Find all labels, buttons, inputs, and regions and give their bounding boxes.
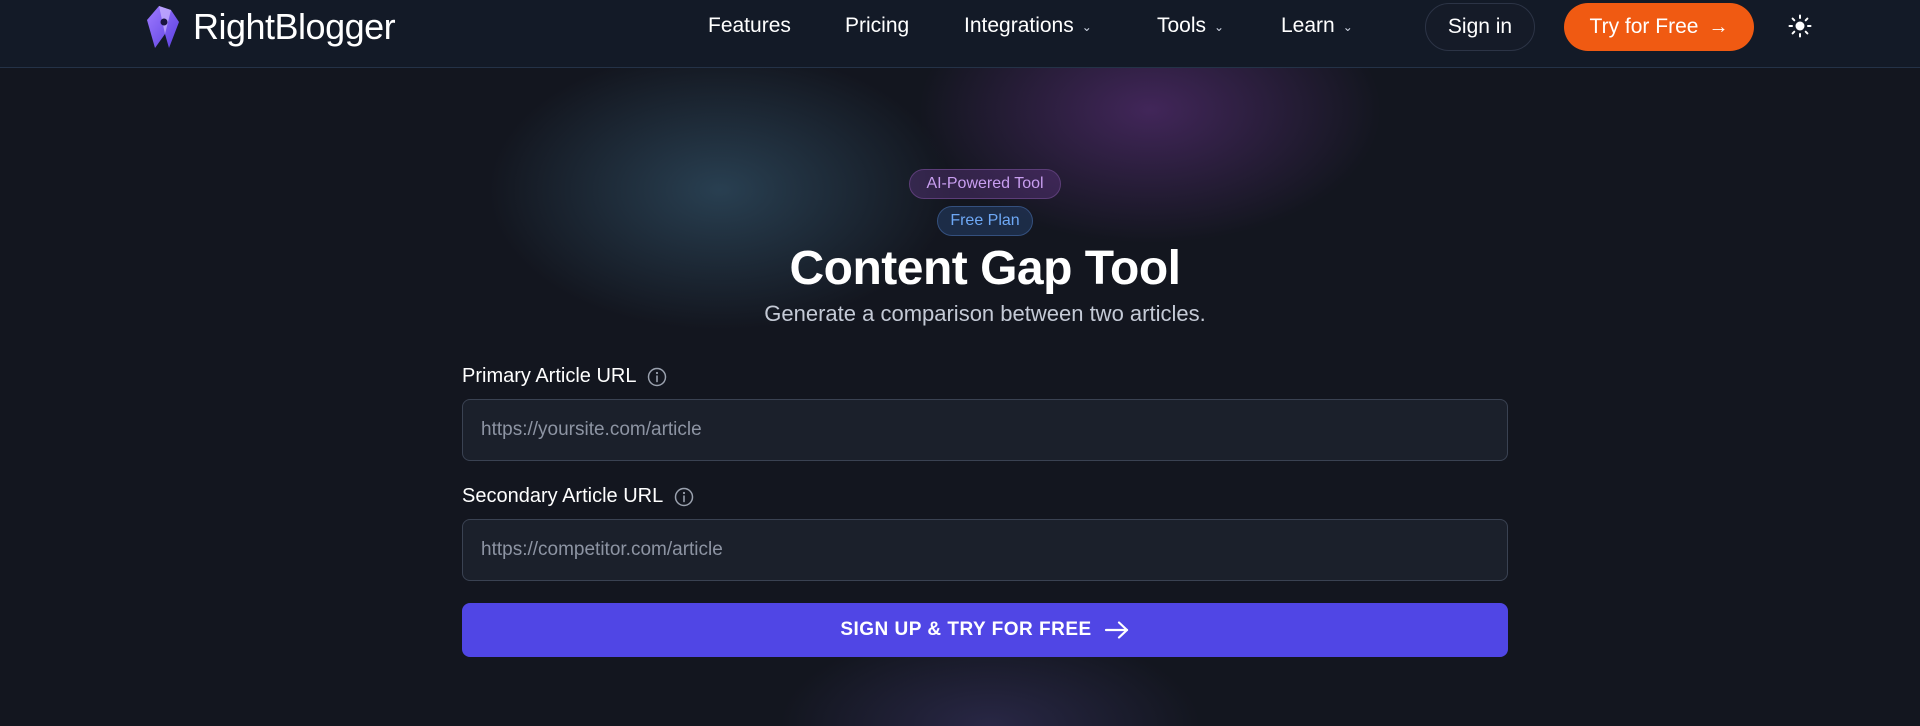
info-icon[interactable]: [674, 487, 694, 507]
secondary-url-input[interactable]: [462, 519, 1508, 581]
try-for-free-label: Try for Free: [1589, 15, 1699, 38]
secondary-url-label: Secondary Article URL: [462, 485, 694, 508]
nav-integrations-label: Integrations: [964, 14, 1074, 37]
nav-tools[interactable]: Tools ⌄: [1157, 14, 1224, 38]
brand-logo[interactable]: RightBlogger: [145, 4, 396, 50]
sun-icon: [1788, 14, 1812, 38]
nav-pricing-label: Pricing: [845, 14, 910, 37]
info-icon[interactable]: [647, 367, 667, 387]
primary-url-label: Primary Article URL: [462, 365, 667, 388]
arrow-right-icon: [1104, 620, 1130, 640]
site-header: RightBlogger Features Pricing Integratio…: [0, 0, 1920, 68]
nav-pricing[interactable]: Pricing: [845, 14, 909, 38]
theme-toggle-button[interactable]: [1785, 11, 1815, 41]
primary-url-input[interactable]: [462, 399, 1508, 461]
nav-features-label: Features: [708, 14, 791, 37]
nav-learn[interactable]: Learn ⌄: [1281, 14, 1353, 38]
arrow-right-icon: →: [1708, 15, 1729, 38]
primary-url-label-text: Primary Article URL: [462, 365, 637, 387]
free-plan-badge: Free Plan: [937, 206, 1033, 236]
nav-integrations[interactable]: Integrations ⌄: [964, 14, 1092, 38]
nav-features[interactable]: Features: [708, 14, 791, 38]
page-subtitle: Generate a comparison between two articl…: [764, 301, 1206, 326]
sign-in-button[interactable]: Sign in: [1425, 3, 1535, 51]
sign-up-button-label: SIGN UP & TRY FOR FREE: [840, 619, 1092, 640]
brand-name: RightBlogger: [193, 6, 396, 47]
try-for-free-button[interactable]: Try for Free →: [1564, 3, 1754, 51]
chevron-down-icon: ⌄: [1081, 20, 1092, 34]
pen-nib-logo-icon: [147, 6, 179, 48]
sign-up-try-free-button[interactable]: SIGN UP & TRY FOR FREE: [462, 603, 1508, 657]
ai-powered-badge: AI-Powered Tool: [909, 169, 1061, 199]
chevron-down-icon: ⌄: [1342, 20, 1353, 34]
chevron-down-icon: ⌄: [1214, 20, 1225, 34]
page-title: Content Gap Tool: [789, 242, 1181, 295]
nav-learn-label: Learn: [1281, 14, 1335, 37]
secondary-url-label-text: Secondary Article URL: [462, 485, 664, 507]
nav-tools-label: Tools: [1157, 14, 1207, 37]
